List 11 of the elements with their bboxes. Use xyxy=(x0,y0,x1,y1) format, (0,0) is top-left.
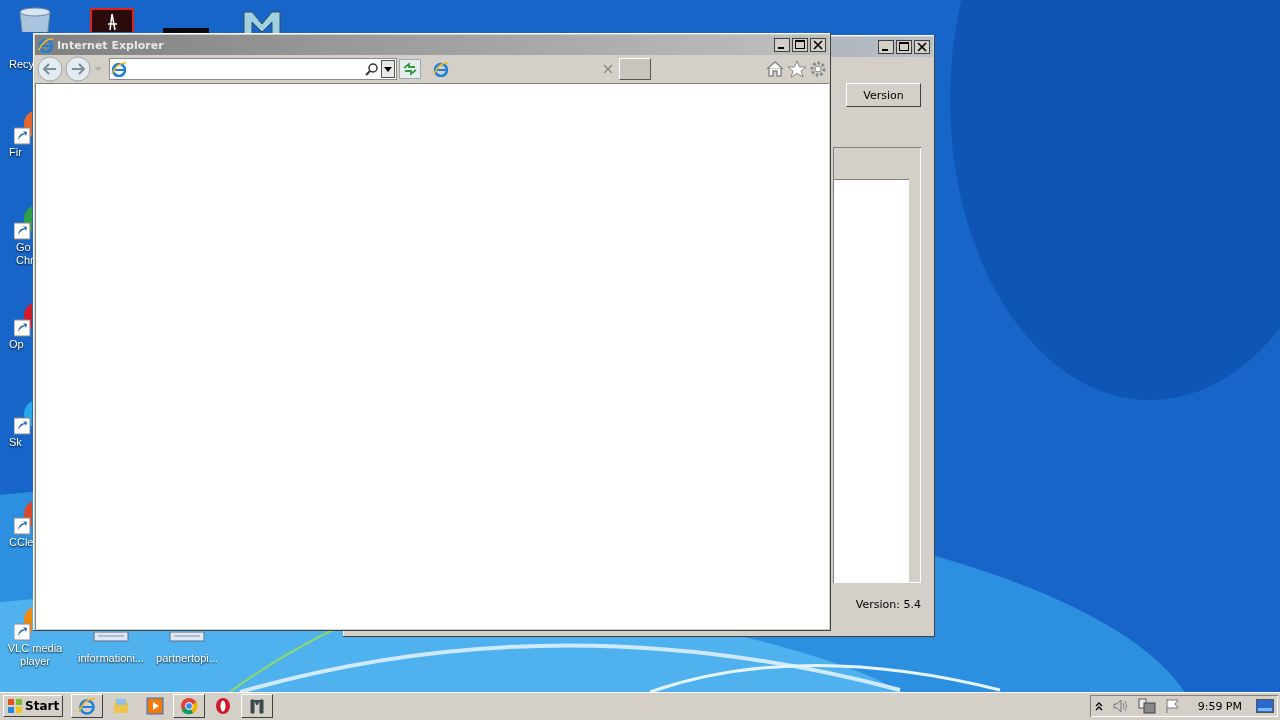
window-title: Internet Explorer xyxy=(57,38,164,52)
desktop-icon-label[interactable]: Op xyxy=(9,338,24,351)
desktop-icon-label[interactable]: Sk xyxy=(9,436,22,449)
desktop-icon-label[interactable]: Fir xyxy=(9,146,22,159)
desktop-icon-label[interactable]: Recy xyxy=(9,58,35,71)
version-label: Version: 5.4 xyxy=(855,598,921,611)
version-button[interactable]: Version xyxy=(846,83,921,107)
clock[interactable]: 9:59 PM xyxy=(1197,699,1242,713)
start-button[interactable]: Start xyxy=(3,695,64,717)
desktop-icon-label[interactable]: CCle xyxy=(9,536,34,549)
desktop-icon-label[interactable]: Go Chr xyxy=(16,241,34,267)
